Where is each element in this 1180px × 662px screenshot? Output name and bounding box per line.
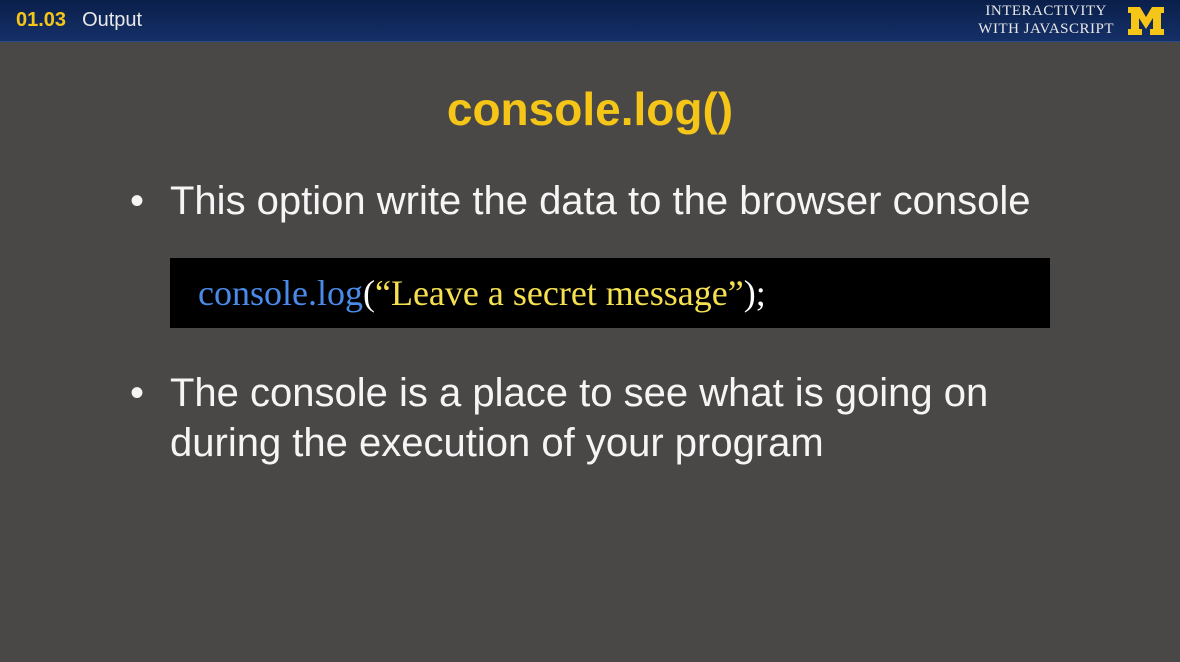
header-right: INTERACTIVITY WITH JAVASCRIPT <box>978 3 1164 38</box>
code-token-string: “Leave a secret message” <box>375 273 744 313</box>
course-line-2: WITH JAVASCRIPT <box>978 21 1114 38</box>
list-item: This option write the data to the browse… <box>130 176 1120 226</box>
code-example: console.log(“Leave a secret message”); <box>170 258 1050 328</box>
course-name: INTERACTIVITY WITH JAVASCRIPT <box>978 3 1114 38</box>
code-token-function: console.log <box>198 273 363 313</box>
course-line-1: INTERACTIVITY <box>978 3 1114 20</box>
slide-content: console.log() This option write the data… <box>0 42 1180 468</box>
list-item: The console is a place to see what is go… <box>130 368 1120 468</box>
slide-heading: console.log() <box>60 82 1120 136</box>
code-token-end: ); <box>744 273 766 313</box>
slide-number: 01.03 <box>16 9 66 32</box>
bullet-list: The console is a place to see what is go… <box>60 368 1120 468</box>
bullet-list: This option write the data to the browse… <box>60 176 1120 226</box>
header-bar: 01.03 Output INTERACTIVITY WITH JAVASCRI… <box>0 0 1180 42</box>
header-title: Output <box>82 9 142 32</box>
code-token-paren: ( <box>363 273 375 313</box>
michigan-logo-icon <box>1128 7 1164 35</box>
